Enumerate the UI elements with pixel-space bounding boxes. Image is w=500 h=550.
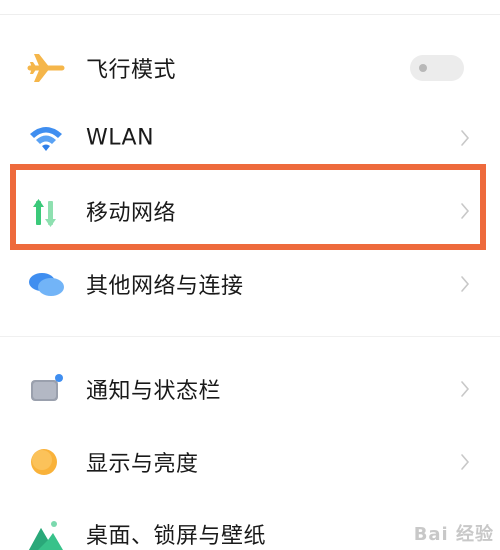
settings-item-label: 通知与状态栏: [86, 379, 222, 404]
highlight-box: [10, 164, 486, 250]
settings-item-label: 其他网络与连接: [86, 274, 244, 299]
settings-item-label: 飞行模式: [86, 58, 177, 83]
settings-item-wlan[interactable]: WLAN: [0, 103, 500, 173]
settings-item-label: WLAN: [86, 125, 155, 151]
airplane-mode-toggle[interactable]: [410, 55, 464, 81]
settings-item-label: 桌面、锁屏与壁纸: [86, 524, 267, 549]
wifi-icon: [26, 118, 66, 158]
divider: [0, 14, 500, 15]
settings-item-airplane-mode[interactable]: 飞行模式: [0, 33, 500, 103]
chevron-right-icon: [461, 276, 470, 292]
settings-item-notifications[interactable]: 通知与状态栏: [0, 354, 500, 424]
chevron-right-icon: [461, 454, 470, 470]
airplane-icon: [26, 48, 66, 88]
settings-item-display-brightness[interactable]: 显示与亮度: [0, 427, 500, 497]
notification-icon: [26, 369, 66, 409]
brightness-icon: [26, 442, 66, 482]
watermark-logo: Bai 经验: [413, 524, 494, 545]
settings-item-label: 显示与亮度: [86, 452, 199, 477]
chevron-right-icon: [461, 130, 470, 146]
toggle-knob: [419, 64, 427, 72]
chevron-right-icon: [461, 381, 470, 397]
wallpaper-icon: [26, 514, 66, 550]
settings-screen: 飞行模式 WLAN 移动网络 其他网络与连接 通知与状态栏 显示与亮度 桌面、锁…: [0, 0, 500, 550]
section-divider: [0, 336, 500, 337]
cloud-connection-icon: [26, 264, 66, 304]
settings-item-other-networks[interactable]: 其他网络与连接: [0, 249, 500, 319]
